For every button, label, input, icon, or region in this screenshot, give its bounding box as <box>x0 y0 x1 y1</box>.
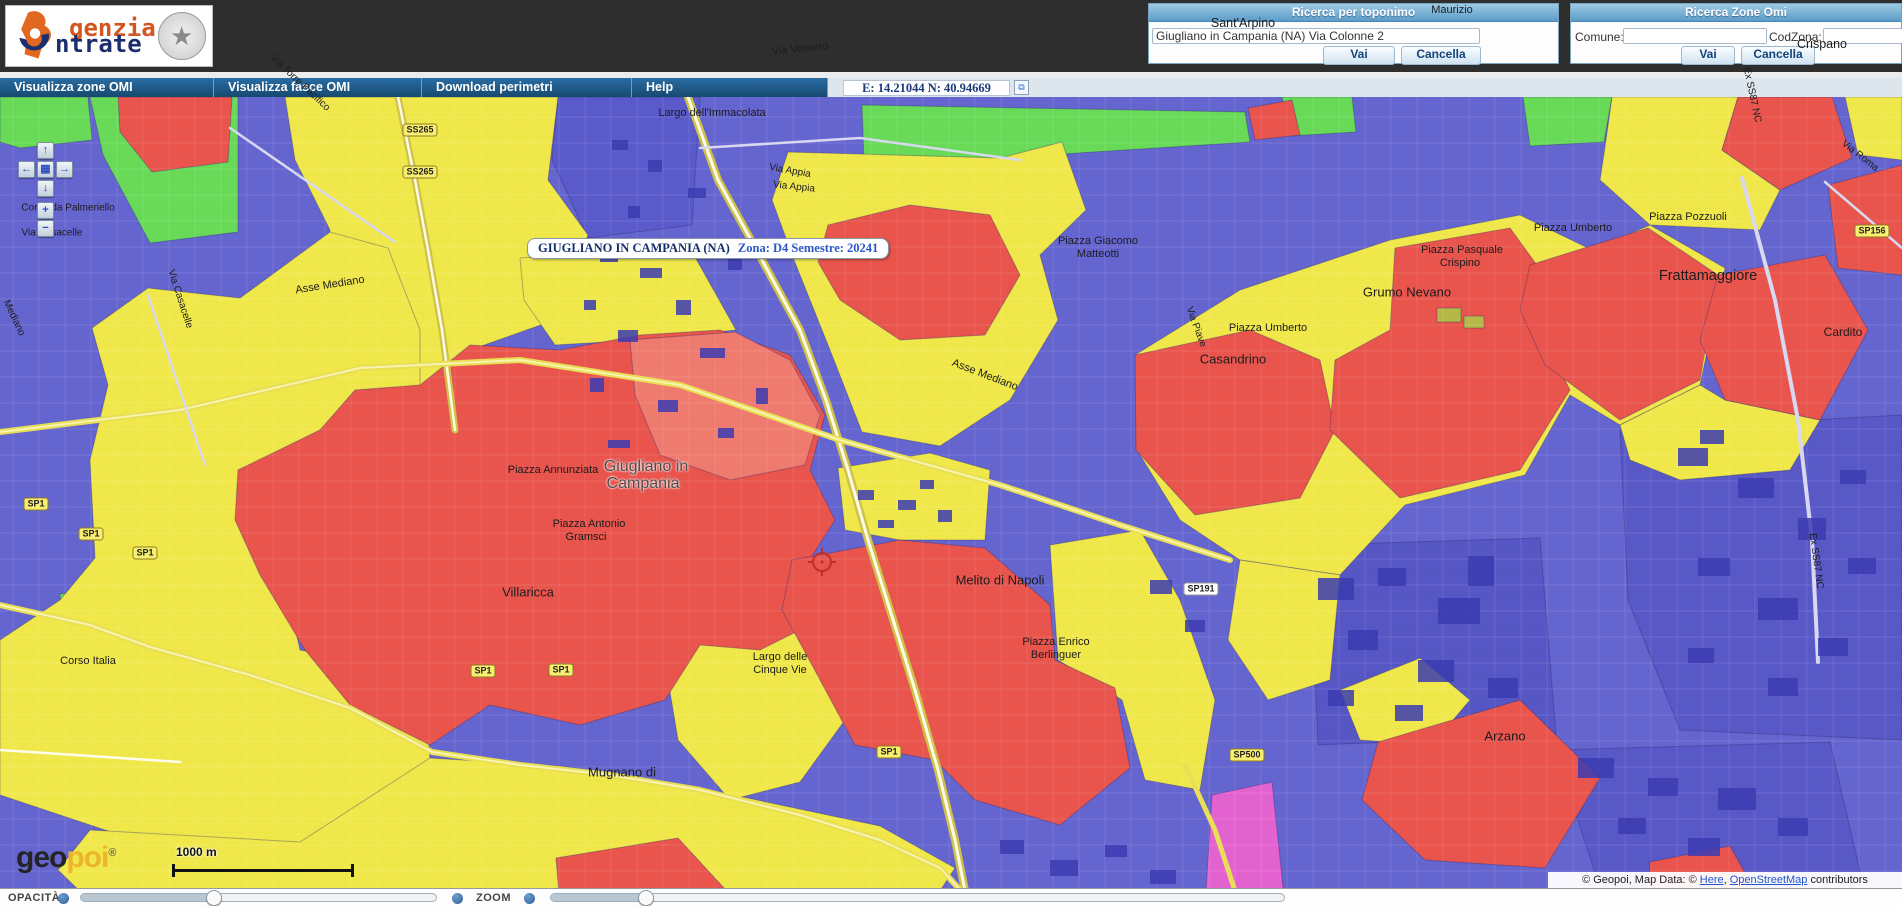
codzona-input[interactable] <box>1823 28 1902 44</box>
codzona-label: CodZona: <box>1769 30 1822 44</box>
map-attribution: © Geopoi, Map Data: © Here, OpenStreetMa… <box>1548 872 1902 889</box>
coordinates-readout: E: 14.21044 N: 40.94669 <box>843 80 1010 96</box>
zone-omi-cancel-button[interactable]: Cancella <box>1741 46 1815 65</box>
app-header: genzia ntrate ★ Ricerca per toponimo Vai… <box>0 0 1902 72</box>
toponimo-search-input[interactable] <box>1152 28 1480 44</box>
zone-tooltip-zone: Zona: D4 Semestre: 20241 <box>738 241 878 255</box>
comune-label: Comune: <box>1575 30 1624 44</box>
zone-info-tooltip: GIUGLIANO IN CAMPANIA (NA) Zona: D4 Seme… <box>527 238 889 259</box>
geopoi-watermark: geopoi® <box>16 841 116 875</box>
opacity-slider-thumb[interactable] <box>206 890 222 906</box>
opacity-plus-icon[interactable] <box>452 893 463 904</box>
comune-input[interactable] <box>1623 28 1767 44</box>
agenzia-entrate-logo[interactable]: genzia ntrate ★ <box>5 5 213 67</box>
scale-bar <box>172 864 354 877</box>
menu-bar: Visualizza zone OMIVisualizza fasce OMID… <box>0 78 1902 97</box>
geopoi-omi-page: genzia ntrate ★ Ricerca per toponimo Vai… <box>0 0 1902 906</box>
bottom-toolbar: OPACITÀ ZOOM <box>0 888 1902 906</box>
opacity-minus-icon[interactable] <box>58 893 69 904</box>
search-toponimo-panel: Ricerca per toponimo Vai Cancella <box>1148 3 1559 64</box>
geopoi-word-geo: geo <box>16 841 66 874</box>
italy-emblem-icon: ★ <box>158 12 206 60</box>
menu-item-help[interactable]: Help <box>632 78 828 97</box>
menu-item-visualizza-fasce-omi[interactable]: Visualizza fasce OMI <box>214 78 422 97</box>
zone-omi-panel-title: Ricerca Zone Omi <box>1571 4 1901 22</box>
zoom-label: ZOOM <box>476 892 511 904</box>
zoom-minus-icon[interactable] <box>524 893 535 904</box>
pan-down-button[interactable]: ↓ <box>37 180 54 197</box>
zoom-out-button[interactable]: − <box>37 220 54 237</box>
logo-word-ntrate: ntrate <box>55 33 156 55</box>
map-container <box>0 97 1902 906</box>
scale-bar-label: 1000 m <box>176 845 217 859</box>
zoom-slider-thumb[interactable] <box>638 890 654 906</box>
opacity-slider[interactable] <box>80 893 437 902</box>
menu-item-download-perimetri[interactable]: Download perimetri <box>422 78 632 97</box>
agenzia-entrate-logo-icon <box>9 10 61 62</box>
opacity-label: OPACITÀ <box>8 892 60 904</box>
zoom-slider[interactable] <box>550 893 1285 902</box>
toponimo-panel-title: Ricerca per toponimo <box>1149 4 1558 22</box>
zone-tooltip-city: GIUGLIANO IN CAMPANIA (NA) <box>538 241 730 255</box>
zoom-in-button[interactable]: + <box>37 202 54 219</box>
open-window-icon[interactable]: ⧉ <box>1014 80 1029 95</box>
attribution-suffix: contributors <box>1807 874 1868 886</box>
registered-mark-icon: ® <box>108 847 116 859</box>
pan-up-button[interactable]: ↑ <box>37 142 54 159</box>
search-zone-omi-panel: Ricerca Zone Omi Comune: CodZona: Vai Ca… <box>1570 3 1902 64</box>
pan-center-button[interactable]: ▦ <box>37 161 54 178</box>
attribution-text: © Geopoi, Map Data: © <box>1582 874 1700 886</box>
omi-zone-map[interactable] <box>0 97 1902 906</box>
openstreetmap-link[interactable]: OpenStreetMap <box>1730 874 1808 886</box>
geopoi-word-poi: poi <box>66 841 108 874</box>
pan-left-button[interactable]: ← <box>18 161 35 178</box>
pan-right-button[interactable]: → <box>56 161 73 178</box>
menu-items: Visualizza zone OMIVisualizza fasce OMID… <box>0 78 828 97</box>
zone-omi-go-button[interactable]: Vai <box>1681 46 1735 65</box>
toponimo-go-button[interactable]: Vai <box>1323 46 1395 65</box>
agenzia-entrate-wordmark: genzia ntrate <box>55 17 156 55</box>
here-link[interactable]: Here <box>1700 874 1724 886</box>
toponimo-cancel-button[interactable]: Cancella <box>1401 46 1481 65</box>
menu-item-visualizza-zone-omi[interactable]: Visualizza zone OMI <box>0 78 214 97</box>
